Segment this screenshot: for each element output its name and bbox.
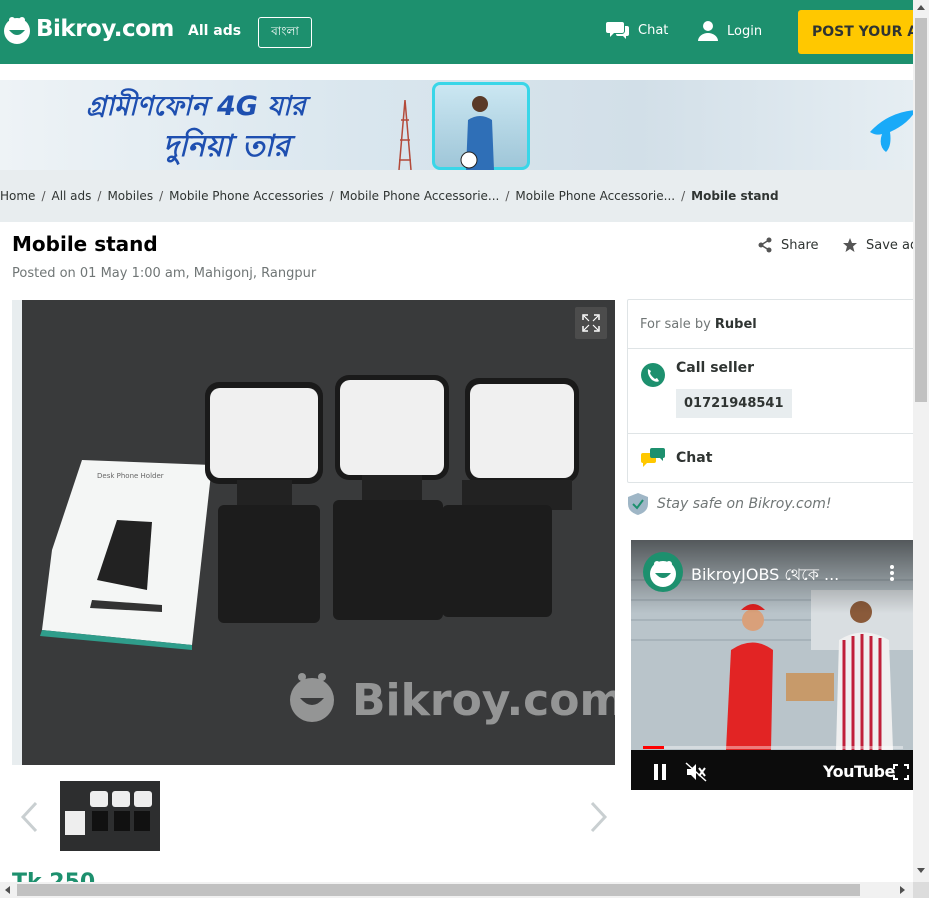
- video-title[interactable]: BikroyJOBS থেকে ...: [691, 562, 839, 589]
- scroll-down-arrow-icon[interactable]: [917, 868, 925, 874]
- grameenphone-banner-ad[interactable]: গ্রামীণফোন 4G যার দুনিয়া তার: [0, 80, 913, 170]
- expand-icon: [582, 314, 600, 332]
- fullscreen-button[interactable]: [575, 307, 607, 339]
- scroll-right-arrow-icon[interactable]: [900, 886, 906, 894]
- breadcrumb-home[interactable]: Home: [0, 189, 35, 203]
- cell-tower-icon: [398, 100, 412, 170]
- breadcrumb-separator: /: [159, 189, 164, 203]
- product-photo-drawing: Desk Phone Holder Bikroy.com: [22, 300, 615, 765]
- for-sale-by-label: For sale by: [640, 316, 711, 332]
- vertical-scrollbar[interactable]: [913, 0, 929, 882]
- seller-name[interactable]: Rubel: [715, 317, 757, 332]
- horizontal-scroll-thumb[interactable]: [17, 884, 860, 896]
- share-icon: [758, 237, 772, 253]
- youtube-video-embed[interactable]: BikroyJOBS থেকে ... YouTube: [631, 540, 913, 790]
- scrollbar-corner: [913, 882, 929, 898]
- chat-bubbles-icon: [606, 22, 629, 39]
- chat-bubbles-icon: [641, 448, 665, 467]
- breadcrumb-mobiles[interactable]: Mobiles: [107, 189, 153, 203]
- breadcrumb-current: Mobile stand: [691, 189, 779, 203]
- language-toggle-button[interactable]: বাংলা: [258, 17, 312, 48]
- shield-icon: [628, 493, 648, 515]
- for-sale-by-row: For sale by Rubel: [628, 300, 916, 349]
- banner-subline: দুনিয়া তার: [163, 129, 290, 164]
- user-icon: [698, 21, 718, 41]
- stay-safe-label: Stay safe on Bikroy.com!: [657, 496, 832, 512]
- banner-person-image: [460, 96, 494, 170]
- breadcrumb-separator: /: [329, 189, 334, 203]
- posted-info: Posted on 01 May 1:00 am, Mahigonj, Rang…: [12, 266, 317, 281]
- breadcrumb-separator: /: [681, 189, 686, 203]
- vertical-scroll-thumb[interactable]: [915, 18, 927, 402]
- video-progress-bar[interactable]: [643, 746, 903, 749]
- breadcrumb-all-ads[interactable]: All ads: [51, 189, 91, 203]
- breadcrumb-phone-accessories-sub1[interactable]: Mobile Phone Accessorie...: [340, 189, 500, 203]
- post-your-ad-button[interactable]: POST YOUR AD: [798, 10, 918, 54]
- chat-seller-label: Chat: [676, 450, 713, 466]
- logo-text: Bikroy.com: [36, 16, 174, 42]
- pause-icon[interactable]: [653, 764, 667, 780]
- top-navbar: Bikroy.com All ads বাংলা Chat Login POST…: [0, 0, 918, 64]
- breadcrumb-separator: /: [41, 189, 46, 203]
- scroll-up-arrow-icon[interactable]: [917, 4, 925, 10]
- box-label-text: Desk Phone Holder: [97, 472, 164, 480]
- watermark-text: Bikroy.com: [352, 675, 615, 726]
- mute-icon[interactable]: [685, 762, 707, 782]
- main-product-photo[interactable]: Desk Phone Holder Bikroy.com: [22, 300, 615, 765]
- chevron-left-icon[interactable]: [18, 800, 40, 834]
- chevron-right-icon[interactable]: [588, 800, 610, 834]
- channel-avatar-icon[interactable]: [643, 552, 683, 592]
- share-button[interactable]: Share: [757, 237, 819, 253]
- video-progress-fill: [643, 746, 664, 749]
- header-chat-label: Chat: [638, 22, 669, 38]
- youtube-logo[interactable]: YouTube: [823, 762, 895, 781]
- more-vert-icon[interactable]: [889, 564, 895, 582]
- gallery-left-strip: [12, 300, 22, 765]
- breadcrumb-phone-accessories[interactable]: Mobile Phone Accessories: [169, 189, 324, 203]
- chat-seller-row[interactable]: Chat: [628, 434, 916, 482]
- all-ads-link[interactable]: All ads: [188, 23, 241, 39]
- header-chat-link[interactable]: Chat: [606, 20, 668, 40]
- header-login-link[interactable]: Login: [697, 20, 762, 42]
- fullscreen-icon[interactable]: [893, 764, 909, 780]
- breadcrumb: Home / All ads / Mobiles / Mobile Phone Acc…: [0, 170, 913, 222]
- thumbnail-drawing: [60, 781, 160, 851]
- breadcrumb-separator: /: [97, 189, 102, 203]
- smiley-logo-icon: [4, 17, 30, 44]
- ad-title: Mobile stand: [12, 232, 158, 256]
- telenor-logo-icon: [870, 110, 913, 152]
- seller-phone-number[interactable]: 01721948541: [676, 389, 792, 418]
- horizontal-scrollbar[interactable]: [0, 882, 913, 898]
- breadcrumb-separator: /: [505, 189, 510, 203]
- star-icon: [843, 238, 857, 252]
- save-ad-label: Save ad: [866, 237, 919, 253]
- breadcrumb-phone-accessories-sub2[interactable]: Mobile Phone Accessorie...: [515, 189, 675, 203]
- scroll-left-arrow-icon[interactable]: [4, 886, 10, 894]
- call-seller-label[interactable]: Call seller: [676, 360, 754, 376]
- phone-icon: [641, 363, 665, 387]
- stay-safe-link[interactable]: Stay safe on Bikroy.com!: [627, 492, 832, 516]
- header-login-label: Login: [727, 23, 763, 39]
- photo-thumbnail[interactable]: [60, 781, 160, 851]
- save-ad-button[interactable]: Save ad: [842, 237, 918, 253]
- bikroy-logo[interactable]: Bikroy.com: [2, 14, 174, 44]
- share-label: Share: [781, 237, 819, 253]
